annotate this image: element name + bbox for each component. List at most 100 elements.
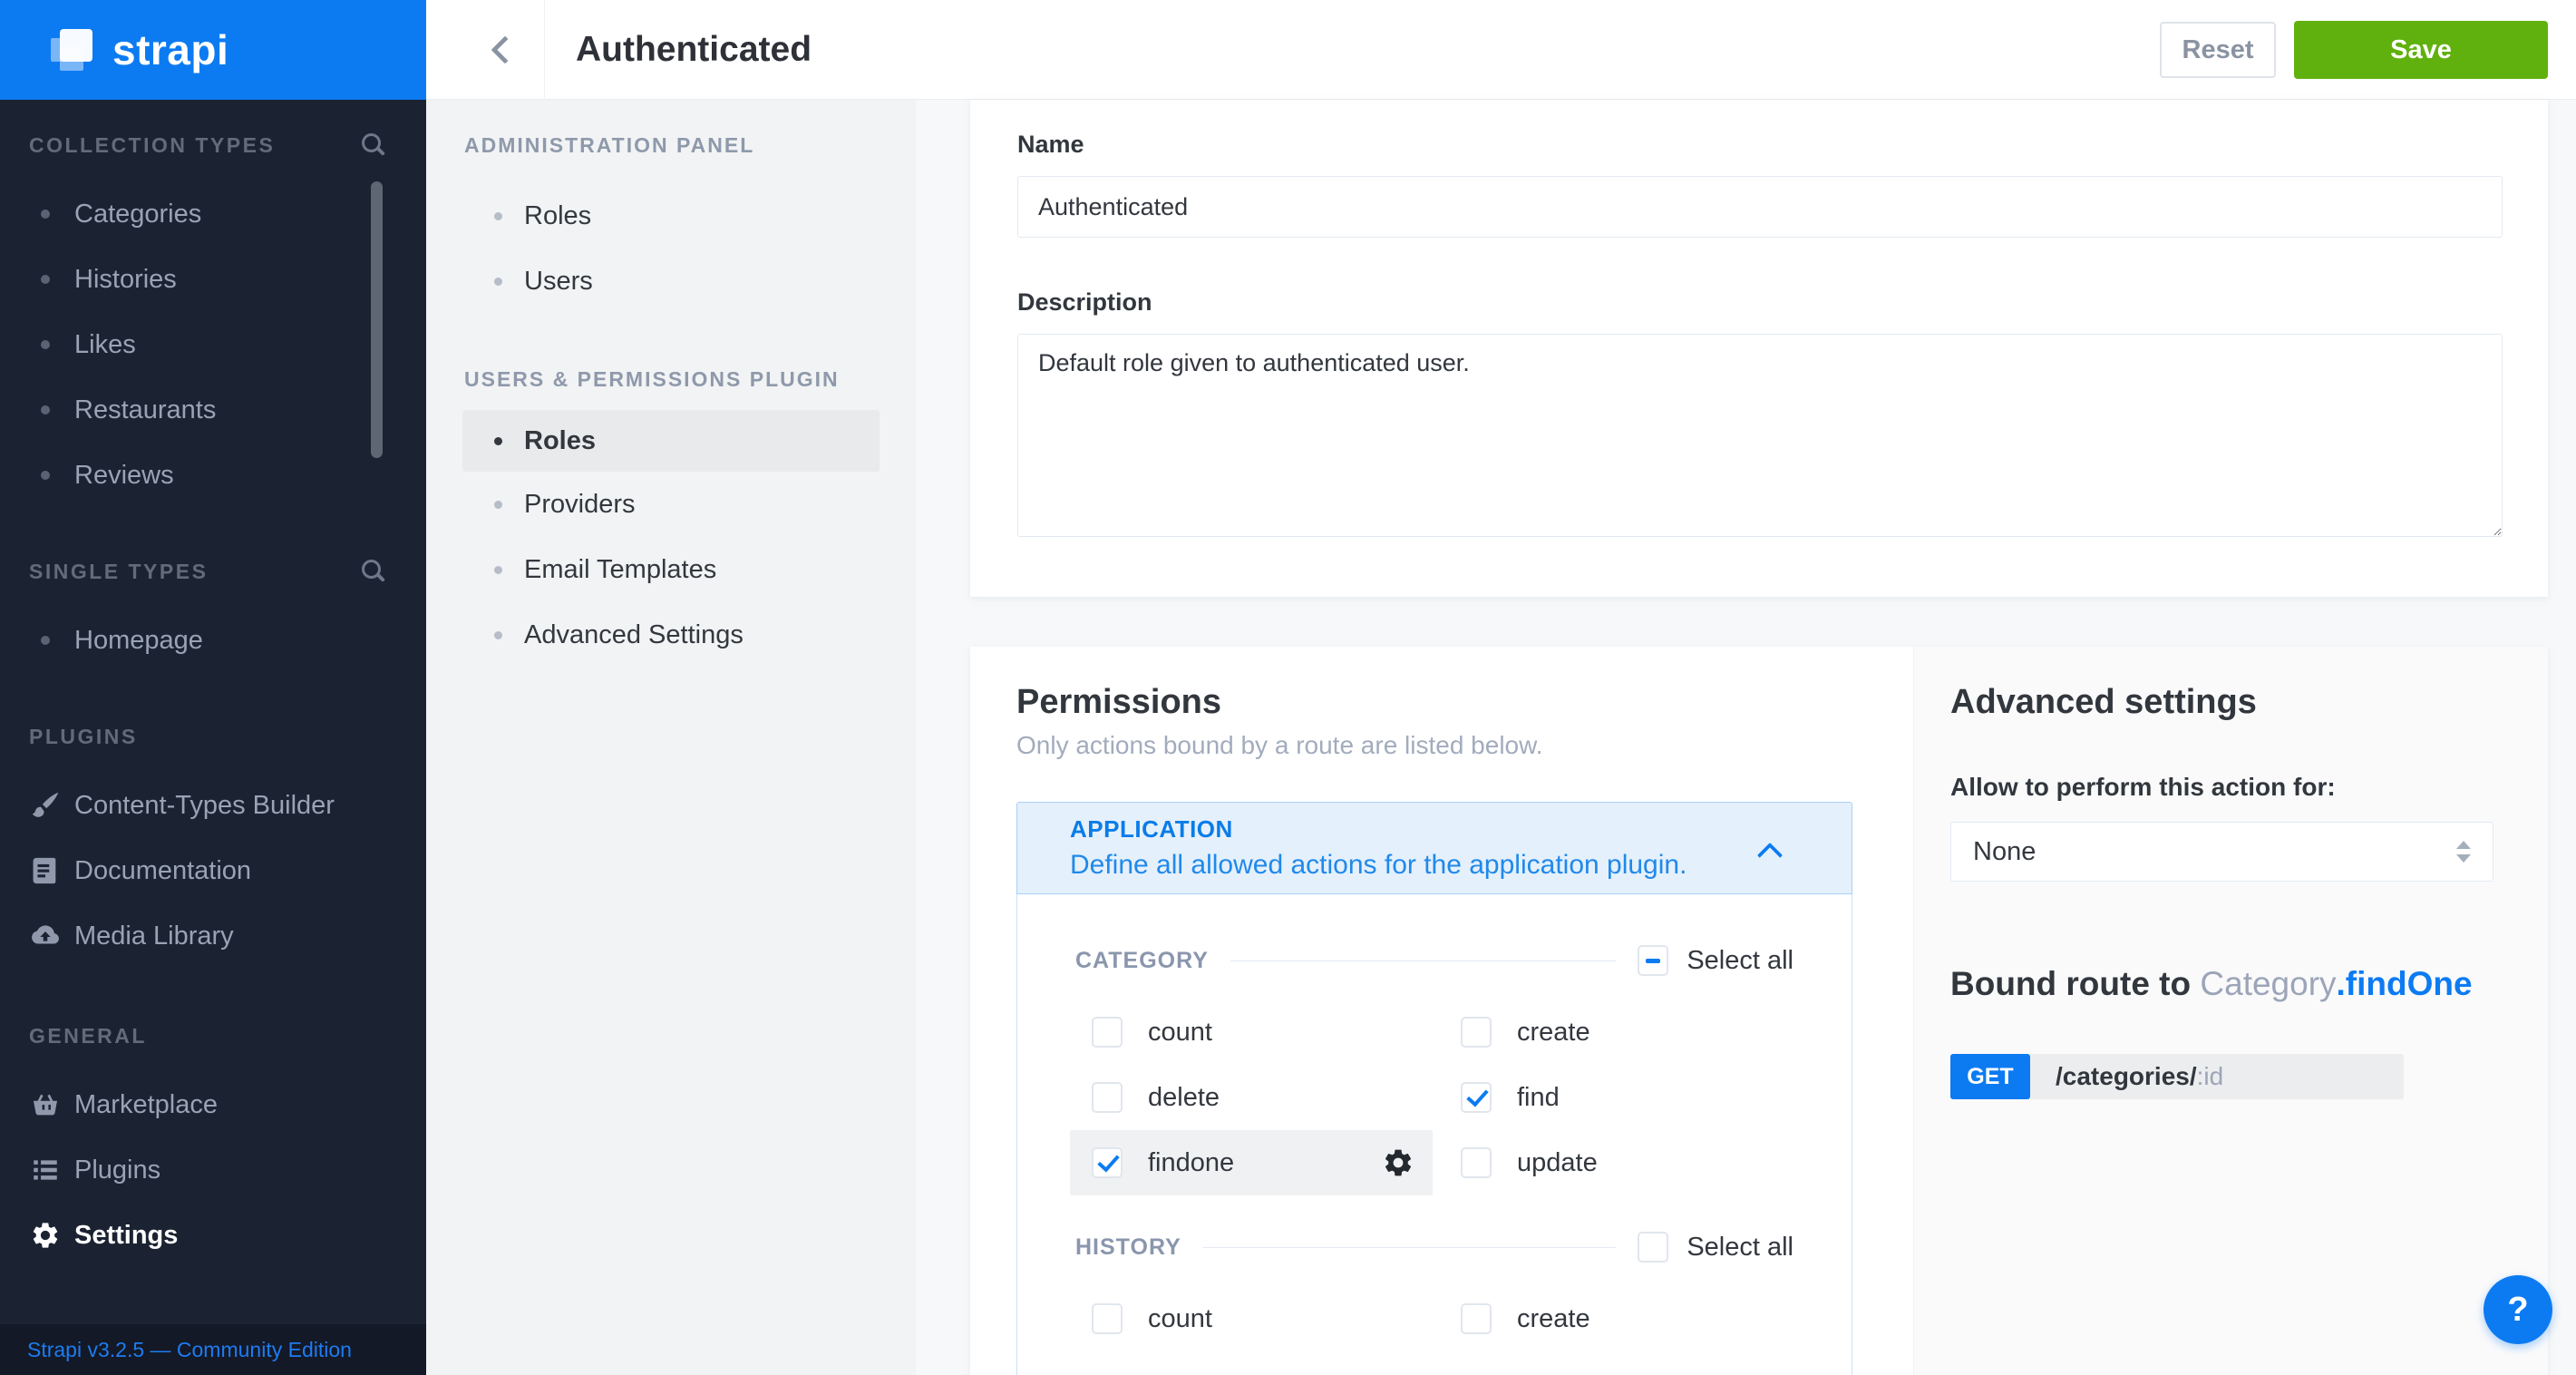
checkbox-unchecked[interactable] (1092, 1017, 1123, 1048)
sidebar-item-homepage[interactable]: Homepage (0, 608, 426, 673)
perm-category-find[interactable]: find (1444, 1065, 1793, 1130)
strapi-logo[interactable]: strapi (0, 0, 426, 100)
perm-category-update[interactable]: update (1444, 1130, 1793, 1195)
perm-category-delete[interactable]: delete (1075, 1065, 1444, 1130)
section-single-types: SINGLE TYPES Homepage (0, 551, 426, 673)
history-group-header: HISTORY Select all (1075, 1232, 1793, 1263)
basket-icon (27, 1089, 63, 1120)
bullet-icon (41, 340, 50, 349)
subnav-item-providers[interactable]: Providers (426, 472, 916, 537)
single-types-heading: SINGLE TYPES (29, 560, 208, 584)
bound-route-line: Bound route to Category.findOne (1950, 965, 2493, 1003)
bullet-icon (494, 278, 502, 286)
http-method-badge: GET (1950, 1054, 2030, 1099)
route-path: /categories/:id (2030, 1054, 2404, 1099)
allow-action-label: Allow to perform this action for: (1950, 773, 2493, 802)
route-bar: GET /categories/:id (1950, 1054, 2404, 1099)
permissions-panel: Permissions Only actions bound by a rout… (970, 647, 1913, 1375)
plugin-description: Define all allowed actions for the appli… (1070, 850, 1799, 881)
help-button[interactable]: ? (2484, 1275, 2552, 1344)
sidebar-item-reviews[interactable]: Reviews (0, 443, 426, 508)
cloud-upload-icon (27, 921, 63, 951)
application-accordion-header[interactable]: APPLICATION Define all allowed actions f… (1016, 802, 1852, 894)
collection-types-heading: COLLECTION TYPES (29, 133, 275, 158)
permissions-card: Permissions Only actions bound by a rout… (970, 647, 2548, 1375)
sidebar-item-histories[interactable]: Histories (0, 247, 426, 312)
chevron-left-icon (491, 35, 519, 63)
search-icon[interactable] (361, 132, 386, 158)
perm-category-findone[interactable]: findone (1070, 1130, 1433, 1195)
general-heading: GENERAL (29, 1024, 147, 1048)
section-collection-types: COLLECTION TYPES Categories Histories Li… (0, 125, 426, 508)
sidebar-scrollbar[interactable] (371, 181, 383, 458)
plugins-heading: PLUGINS (29, 725, 138, 749)
perm-category-create[interactable]: create (1444, 1000, 1793, 1065)
administration-panel-heading: ADMINISTRATION PANEL (426, 127, 916, 163)
application-accordion-body: CATEGORY Select all count create delete (1016, 894, 1852, 1375)
bound-route-prefix: Bound route to (1950, 965, 2200, 1002)
subnav-item-advanced-settings[interactable]: Advanced Settings (426, 602, 916, 668)
subnav-item-admin-roles[interactable]: Roles (426, 183, 916, 249)
checkbox-checked[interactable] (1092, 1147, 1123, 1178)
sidebar-item-restaurants[interactable]: Restaurants (0, 377, 426, 443)
subnav-item-admin-users[interactable]: Users (426, 249, 916, 314)
search-icon[interactable] (361, 559, 386, 584)
perm-category-count[interactable]: count (1075, 1000, 1444, 1065)
permissions-title: Permissions (1016, 683, 1852, 722)
permissions-subtitle: Only actions bound by a route are listed… (1016, 731, 1852, 760)
sidebar-item-documentation[interactable]: Documentation (0, 838, 426, 903)
sidebar-item-content-types-builder[interactable]: Content-Types Builder (0, 773, 426, 838)
checkbox-unchecked[interactable] (1092, 1303, 1123, 1334)
category-group-header: CATEGORY Select all (1075, 945, 1793, 976)
subnav-item-up-roles[interactable]: Roles (462, 410, 880, 472)
description-textarea[interactable]: Default role given to authenticated user… (1017, 334, 2503, 537)
save-button[interactable]: Save (2294, 21, 2548, 79)
sidebar-item-categories[interactable]: Categories (0, 181, 426, 247)
brush-icon (27, 790, 63, 821)
perm-history-create[interactable]: create (1444, 1286, 1793, 1351)
name-label: Name (1017, 129, 2503, 160)
name-input[interactable] (1017, 176, 2503, 238)
checkbox-checked[interactable] (1461, 1082, 1492, 1113)
sidebar-item-plugins[interactable]: Plugins (0, 1137, 426, 1203)
role-form-card: Name Description Default role given to a… (970, 100, 2548, 597)
category-permissions-grid: count create delete find findone update (1075, 1000, 1793, 1195)
subnav-item-email-templates[interactable]: Email Templates (426, 537, 916, 602)
page-title: Authenticated (576, 0, 812, 100)
checkbox-unchecked[interactable] (1092, 1082, 1123, 1113)
allow-action-select[interactable]: None (1950, 822, 2493, 882)
sidebar-item-media-library[interactable]: Media Library (0, 903, 426, 969)
bound-route-action: .findOne (2337, 965, 2473, 1002)
sidebar-item-marketplace[interactable]: Marketplace (0, 1072, 426, 1137)
bullet-icon (41, 405, 50, 414)
sidebar-item-likes[interactable]: Likes (0, 312, 426, 377)
bullet-icon (494, 631, 502, 639)
reset-button[interactable]: Reset (2160, 22, 2276, 78)
category-select-all[interactable]: Select all (1638, 945, 1793, 976)
topbar: Authenticated Reset Save (426, 0, 2576, 100)
perm-history-count[interactable]: count (1075, 1286, 1444, 1351)
checkbox-unchecked[interactable] (1461, 1017, 1492, 1048)
category-group-name: CATEGORY (1075, 948, 1209, 974)
history-group-name: HISTORY (1075, 1234, 1181, 1261)
section-plugins: PLUGINS Content-Types Builder Documentat… (0, 717, 426, 969)
route-param: :id (2197, 1062, 2224, 1091)
select-all-checkbox-indeterminate[interactable] (1638, 945, 1668, 976)
select-arrows-icon (2456, 841, 2471, 863)
settings-subnav: ADMINISTRATION PANEL Roles Users USERS &… (426, 100, 916, 1375)
bullet-icon (41, 210, 50, 219)
plugin-name: APPLICATION (1070, 815, 1799, 844)
history-select-all[interactable]: Select all (1638, 1232, 1793, 1263)
main-content: Name Description Default role given to a… (916, 100, 2576, 1375)
back-button[interactable] (466, 0, 544, 100)
allow-action-value: None (1973, 837, 2036, 867)
version-link[interactable]: Strapi v3.2.5 — Community Edition (0, 1324, 426, 1375)
checkbox-unchecked[interactable] (1461, 1147, 1492, 1178)
application-accordion: APPLICATION Define all allowed actions f… (1016, 802, 1852, 1375)
bullet-icon (41, 636, 50, 645)
sidebar: strapi COLLECTION TYPES Categories Histo… (0, 0, 426, 1375)
select-all-checkbox-unchecked[interactable] (1638, 1232, 1668, 1263)
checkbox-unchecked[interactable] (1461, 1303, 1492, 1334)
cog-icon[interactable] (1382, 1146, 1414, 1179)
sidebar-item-settings[interactable]: Settings (0, 1203, 426, 1268)
